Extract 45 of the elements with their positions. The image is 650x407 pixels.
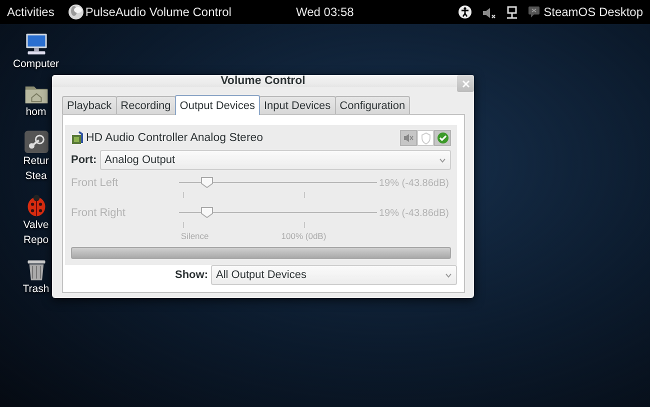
- clock[interactable]: Wed 03:58: [296, 5, 354, 19]
- caret-icon[interactable]: [439, 158, 446, 162]
- volume-muted-icon[interactable]: [482, 6, 496, 18]
- mute-toggle[interactable]: [400, 130, 417, 146]
- chat-icon: [528, 6, 540, 18]
- tab[interactable]: Configuration: [334, 96, 410, 115]
- accessibility-icon[interactable]: [458, 5, 472, 19]
- tab[interactable]: Output Devices: [174, 95, 260, 115]
- volume-slider[interactable]: [179, 207, 377, 219]
- volume-slider[interactable]: [179, 177, 377, 189]
- shield-icon[interactable]: [420, 132, 430, 144]
- close-icon[interactable]: [462, 80, 470, 88]
- slider-thumb[interactable]: [200, 207, 213, 218]
- device-name: HD Audio Controller Analog Stereo: [86, 132, 264, 144]
- desktop-icon-label[interactable]: Trash: [22, 282, 50, 297]
- channel-name: Front Right: [71, 207, 126, 219]
- tab[interactable]: Input Devices: [258, 96, 336, 115]
- port-dropdown[interactable]: Analog Output: [100, 150, 451, 170]
- window-title: Volume Control: [220, 75, 306, 87]
- lock-toggle[interactable]: [417, 130, 434, 146]
- show-label: Show:: [175, 269, 208, 281]
- close-button[interactable]: [457, 75, 474, 92]
- port-label: Port:: [71, 154, 97, 166]
- sound-card-icon: [71, 131, 83, 145]
- activities-button[interactable]: Activities: [7, 5, 54, 19]
- tab[interactable]: Recording: [116, 96, 176, 115]
- caret-icon[interactable]: [445, 272, 452, 278]
- desktop-icon-label[interactable]: Retur: [23, 154, 49, 169]
- desktop-icon-label[interactable]: hom: [26, 105, 46, 120]
- volume-reading: 19% (-43.86dB): [378, 208, 450, 218]
- show-dropdown[interactable]: All Output Devices: [211, 265, 457, 285]
- slider-thumb[interactable]: [200, 177, 213, 188]
- desktop-icon-label[interactable]: Stea: [25, 169, 47, 184]
- scale-label: Silence: [180, 231, 209, 241]
- speaker-mute-icon[interactable]: [403, 132, 414, 144]
- network-icon[interactable]: [506, 6, 518, 18]
- channel-name: Front Left: [71, 177, 120, 189]
- desktop-icon-label[interactable]: Valve: [23, 218, 49, 233]
- app-menu[interactable]: PulseAudio Volume Control: [85, 5, 232, 19]
- desktop-icon-label[interactable]: Repo: [23, 233, 49, 248]
- volume-reading: 19% (-43.86dB): [378, 178, 450, 188]
- scale-label: 100% (0dB): [281, 231, 326, 241]
- desktop-icon-label[interactable]: Computer: [12, 57, 60, 72]
- tab[interactable]: Playback: [62, 96, 117, 115]
- user-menu[interactable]: SteamOS Desktop: [544, 5, 643, 19]
